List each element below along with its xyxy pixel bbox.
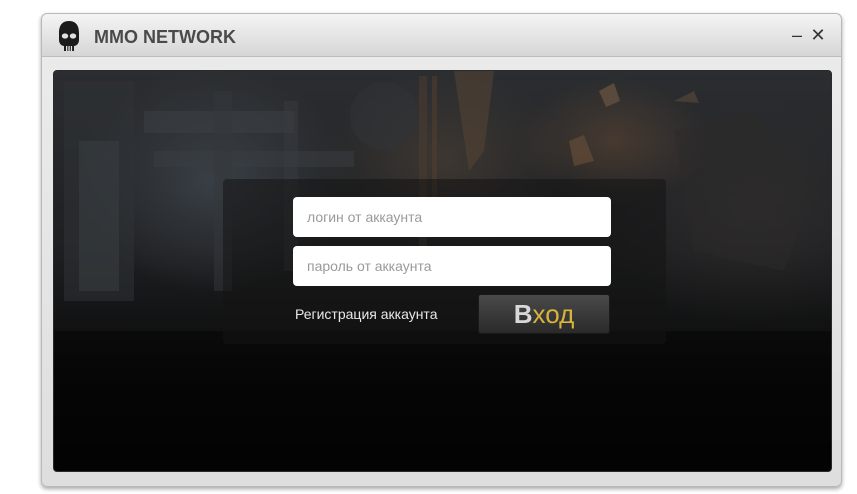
- login-input[interactable]: [293, 197, 611, 237]
- close-button[interactable]: ✕: [809, 24, 827, 46]
- login-panel: Регистрация аккаунта Вход: [223, 179, 666, 344]
- title-bar[interactable]: MMO NETWORK – ✕: [42, 14, 841, 57]
- app-title: MMO NETWORK: [94, 27, 236, 47]
- register-account-link[interactable]: Регистрация аккаунта: [295, 306, 437, 322]
- login-button-label-rest: ход: [532, 299, 575, 329]
- password-input[interactable]: [293, 246, 611, 286]
- launcher-window: MMO NETWORK – ✕ Регистрация аккаунта: [41, 13, 842, 487]
- login-background: Регистрация аккаунта Вход: [53, 70, 832, 472]
- skull-mask-icon: [59, 21, 79, 51]
- login-button[interactable]: Вход: [478, 294, 610, 334]
- login-button-label-first: В: [513, 299, 533, 329]
- minimize-button[interactable]: –: [788, 24, 806, 46]
